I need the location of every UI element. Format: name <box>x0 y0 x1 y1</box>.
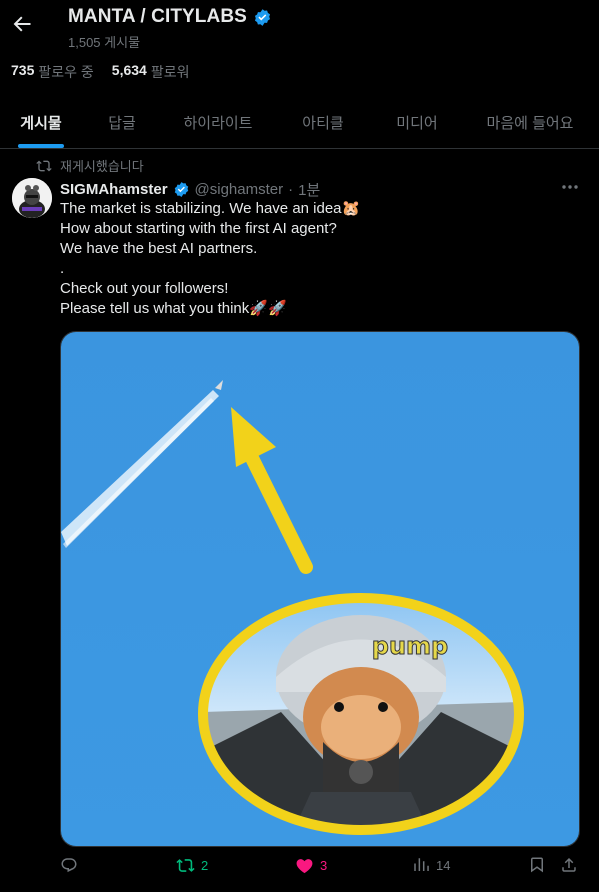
tab-highlights[interactable]: 하이라이트 <box>162 96 274 148</box>
post-actions: 2 3 14 <box>60 856 580 882</box>
tab-media[interactable]: 미디어 <box>372 96 462 148</box>
author-name[interactable]: SIGMAhamster <box>60 181 168 198</box>
post-text-line: . <box>60 260 65 277</box>
tab-articles[interactable]: 아티클 <box>274 96 372 148</box>
repost-label: 재게시했습니다 <box>60 159 144 174</box>
tab-replies[interactable]: 답글 <box>82 96 162 148</box>
post-text-line: We have the best AI partners. <box>60 240 258 257</box>
separator-dot: · <box>288 181 294 198</box>
post-text-line: How about starting with the first AI age… <box>60 220 337 237</box>
following-label: 팔로우 중 <box>38 64 94 80</box>
heart-icon <box>296 859 313 874</box>
tab-likes[interactable]: 마음에 들어요 <box>462 96 598 148</box>
share-icon <box>562 857 576 872</box>
views-button[interactable]: 14 <box>412 856 450 874</box>
repost-indicator: 재게시했습니다 <box>36 156 144 175</box>
profile-header: MANTA / CITYLABS 1,505 게시물 <box>0 0 599 58</box>
post-count: 1,505 게시물 <box>68 35 141 50</box>
author-handle[interactable]: @sighamster <box>195 181 284 198</box>
repost-button[interactable]: 2 <box>176 856 208 875</box>
hamster-avatar-icon <box>12 178 52 218</box>
post-text: The market is stabilizing. We have an id… <box>60 199 560 319</box>
media-illustration: pump <box>61 332 579 846</box>
like-button[interactable]: 3 <box>295 856 327 875</box>
verified-badge-icon <box>174 182 188 197</box>
followers-link[interactable]: 5,634 팔로워 <box>112 62 190 82</box>
verified-badge-icon <box>254 8 270 26</box>
more-options-icon[interactable] <box>559 178 581 196</box>
profile-title: MANTA / CITYLABS <box>68 6 247 27</box>
repost-count: 2 <box>201 858 209 873</box>
views-count: 14 <box>436 857 451 873</box>
repost-icon <box>176 859 195 872</box>
followers-count: 5,634 <box>111 62 147 78</box>
post-media-image[interactable]: pump <box>60 331 580 847</box>
followers-label: 팔로워 <box>150 64 190 80</box>
avatar[interactable] <box>12 178 52 218</box>
reply-button[interactable] <box>60 856 84 874</box>
repost-icon <box>36 160 52 171</box>
tab-posts[interactable]: 게시물 <box>0 96 82 148</box>
post-text-line: The market is stabilizing. We have an id… <box>60 200 361 217</box>
analytics-icon <box>414 858 429 871</box>
bookmark-icon <box>531 857 543 873</box>
pump-label: pump <box>372 632 448 660</box>
post-text-line: Check out your followers! <box>60 280 229 297</box>
bookmark-button[interactable] <box>528 856 546 874</box>
post-time[interactable]: 1분 <box>298 179 320 200</box>
share-button[interactable] <box>560 856 578 874</box>
post-text-line: Please tell us what you think🚀🚀 <box>60 300 287 317</box>
like-count: 3 <box>320 858 328 873</box>
following-link[interactable]: 735 팔로우 중 <box>11 62 94 82</box>
post-author-row: SIGMAhamster @sighamster · 1분 <box>60 179 320 200</box>
follow-stats: 735 팔로우 중 5,634 팔로워 <box>11 62 201 82</box>
profile-tabs: 게시물 답글 하이라이트 아티클 미디어 마음에 들어요 <box>0 96 599 149</box>
following-count: 735 <box>11 62 35 78</box>
reply-icon <box>61 858 77 873</box>
back-arrow-icon[interactable] <box>10 12 34 36</box>
